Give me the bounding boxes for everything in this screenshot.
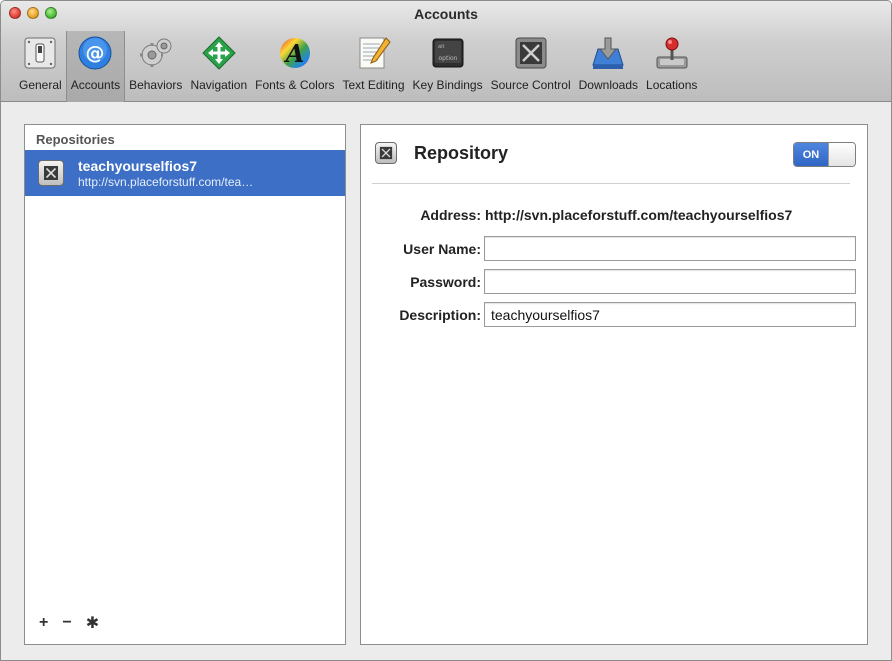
locations-joystick-icon — [654, 35, 690, 71]
page-title: Repository — [414, 143, 509, 163]
downloads-icon — [590, 35, 626, 71]
repository-name: teachyourselfios7 — [78, 157, 198, 174]
svg-text:alt: alt — [438, 44, 444, 50]
description-field[interactable] — [484, 302, 856, 327]
toolbar-item-label: General — [19, 78, 62, 92]
gears-icon — [138, 35, 174, 71]
username-label: User Name: — [403, 241, 481, 257]
toggle-knob — [828, 143, 855, 166]
address-label: Address: — [420, 207, 481, 223]
repository-icon — [38, 160, 64, 186]
toolbar-item-label: Key Bindings — [412, 78, 483, 92]
repository-url: http://svn.placeforstuff.com/tea… — [78, 174, 254, 189]
fonts-colors-icon: A — [277, 35, 313, 71]
svg-text:option: option — [438, 55, 457, 62]
gear-icon[interactable]: ✱ — [86, 613, 99, 633]
toolbar-item-behaviors[interactable]: Behaviors — [125, 31, 186, 102]
toolbar-item-label: Navigation — [190, 78, 248, 92]
toolbar-item-locations[interactable]: Locations — [642, 31, 701, 102]
at-sign-icon: @ — [77, 35, 113, 71]
toolbar-item-navigation[interactable]: Navigation — [186, 31, 251, 102]
repository-text: teachyourselfios7 http://svn.placeforstu… — [78, 158, 253, 189]
address-value: http://svn.placeforstuff.com/teachyourse… — [485, 207, 793, 223]
svg-text:@: @ — [86, 42, 105, 64]
toolbar-item-label: Locations — [646, 78, 698, 92]
description-label: Description: — [399, 307, 481, 323]
toggle-on-label: ON — [794, 143, 828, 166]
toolbar-item-key-bindings[interactable]: alt option Key Bindings — [409, 31, 487, 102]
source-control-icon — [513, 35, 549, 71]
accounts-content: Repositories teachyourselfios7 http://sv… — [1, 103, 891, 660]
toolbar-item-downloads[interactable]: Downloads — [575, 31, 642, 102]
toolbar-item-label: Fonts & Colors — [255, 78, 335, 92]
option-key-icon: alt option — [430, 35, 466, 71]
toolbar-item-label: Accounts — [70, 78, 121, 92]
list-item-repository[interactable]: teachyourselfios7 http://svn.placeforstu… — [25, 150, 345, 196]
general-switch-icon — [22, 35, 58, 71]
toolbar-item-source-control[interactable]: Source Control — [487, 31, 575, 102]
repositories-header: Repositories — [36, 132, 115, 147]
repository-icon — [375, 142, 397, 164]
preferences-window: Accounts General @ Accounts Behaviors Na… — [0, 0, 892, 661]
password-field[interactable] — [484, 269, 856, 294]
preferences-toolbar: General @ Accounts Behaviors Navigation … — [15, 31, 701, 102]
toolbar-item-label: Text Editing — [342, 78, 405, 92]
toolbar-item-accounts[interactable]: @ Accounts — [65, 31, 126, 102]
toolbar-item-label: Downloads — [578, 78, 639, 92]
header-divider — [372, 183, 850, 184]
svg-text:A: A — [284, 39, 305, 68]
toolbar-item-label: Behaviors — [129, 78, 183, 92]
toolbar-item-text-editing[interactable]: Text Editing — [339, 31, 409, 102]
password-label: Password: — [410, 274, 481, 290]
list-footer-controls: + − ✱ — [39, 613, 99, 633]
toolbar-item-label: Source Control — [490, 78, 571, 92]
toolbar-item-fonts-colors[interactable]: A Fonts & Colors — [251, 31, 338, 102]
text-editing-icon — [356, 35, 392, 71]
window-title: Accounts — [414, 6, 478, 22]
add-repository-button[interactable]: + — [39, 614, 48, 632]
repositories-list-panel: Repositories teachyourselfios7 http://sv… — [24, 124, 346, 645]
toolbar-item-general[interactable]: General — [15, 31, 66, 102]
repository-detail-panel: Repository ON Address: http://svn.placef… — [360, 124, 868, 645]
repository-enabled-toggle[interactable]: ON — [793, 142, 856, 167]
remove-repository-button[interactable]: − — [62, 614, 71, 632]
navigation-arrows-icon — [201, 35, 237, 71]
titlebar: Accounts General @ Accounts Behaviors Na… — [1, 1, 891, 102]
username-field[interactable] — [484, 236, 856, 261]
